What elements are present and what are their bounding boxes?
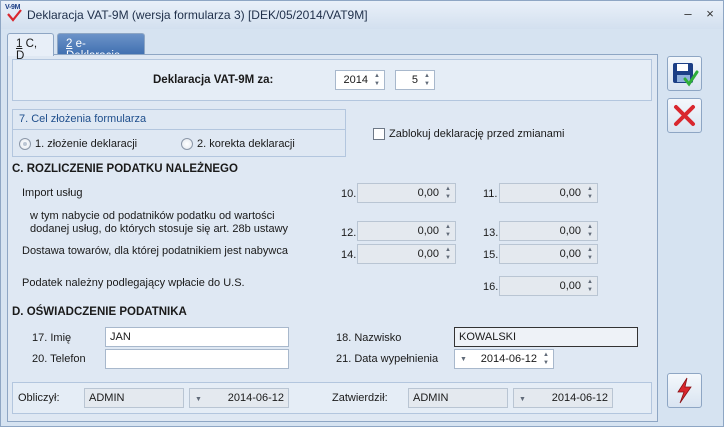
lock-checkbox[interactable] <box>373 128 385 140</box>
imie-label: 17. Imię <box>32 332 72 344</box>
data-wypelnienia-value: 2014-06-12 <box>480 353 537 365</box>
data-wypelnienia-label: 21. Data wypełnienia <box>336 353 439 365</box>
window-title: Deklaracja VAT-9M (wersja formularza 3) … <box>27 8 368 22</box>
field-15-spinner[interactable]: 0,00 ▲ ▼ <box>499 244 598 264</box>
field-11-arrows-icon[interactable]: ▲ ▼ <box>585 185 595 201</box>
field-11-number: 11. <box>483 188 498 200</box>
obliczyl-date-value: 2014-06-12 <box>227 392 284 404</box>
field-10-arrows-icon[interactable]: ▲ ▼ <box>443 185 453 201</box>
obliczyl-label: Obliczył: <box>18 392 60 404</box>
save-button[interactable] <box>667 56 702 91</box>
cancel-x-icon <box>674 105 695 126</box>
radio-korekta-label: 2. korekta deklaracji <box>197 138 295 150</box>
approval-box: Obliczył: ADMIN ▼ 2014-06-12 Zatwierdził:… <box>12 382 652 414</box>
field-14-value: 0,00 <box>417 248 439 260</box>
field-12-arrows-icon[interactable]: ▲ ▼ <box>443 223 453 239</box>
field-15-arrows-icon[interactable]: ▲ ▼ <box>585 246 595 262</box>
year-spinner-arrows-icon[interactable]: ▲ ▼ <box>372 72 382 88</box>
field-10-value: 0,00 <box>417 187 439 199</box>
period-label: Deklaracja VAT-9M za: <box>153 74 274 86</box>
cel-group-divider <box>13 129 345 130</box>
cel-group-title: 7. Cel złożenia formularza <box>19 113 147 125</box>
zatwierdzil-date-dropdown-icon[interactable]: ▼ <box>519 396 526 403</box>
nazwisko-input[interactable]: KOWALSKI <box>454 327 638 347</box>
field-11-value: 0,00 <box>559 187 581 199</box>
window: V-9M Deklaracja VAT-9M (wersja formularz… <box>0 0 724 427</box>
field-13-arrows-icon[interactable]: ▲ ▼ <box>585 223 595 239</box>
month-spinner[interactable]: 5 ▲ ▼ <box>395 70 435 90</box>
minimize-button[interactable]: – <box>679 6 697 22</box>
radio-zlozenie-label: 1. złożenie deklaracji <box>35 138 138 150</box>
field-13-value: 0,00 <box>559 225 581 237</box>
field-16-spinner[interactable]: 0,00 ▲ ▼ <box>499 276 598 296</box>
field-16-arrows-icon[interactable]: ▲ ▼ <box>585 278 595 294</box>
zatwierdzil-date-field[interactable]: ▼ 2014-06-12 <box>513 388 613 408</box>
data-dropdown-icon[interactable]: ▼ <box>460 356 467 363</box>
tab-cd[interactable]: 1 C, D <box>7 33 54 62</box>
radio-zlozenie[interactable] <box>19 138 31 150</box>
field-12-spinner[interactable]: 0,00 ▲ ▼ <box>357 221 456 241</box>
period-box: Deklaracja VAT-9M za: 2014 ▲ ▼ 5 ▲ ▼ <box>12 59 652 101</box>
field-15-number: 15. <box>483 249 499 261</box>
year-spinner[interactable]: 2014 ▲ ▼ <box>335 70 385 90</box>
radio-korekta[interactable] <box>181 138 193 150</box>
obliczyl-user-field[interactable]: ADMIN <box>84 388 184 408</box>
section-c-title: C. ROZLICZENIE PODATKU NALEŻNEGO <box>12 163 238 175</box>
obliczyl-date-dropdown-icon[interactable]: ▼ <box>195 396 202 403</box>
field-14-spinner[interactable]: 0,00 ▲ ▼ <box>357 244 456 264</box>
year-value: 2014 <box>343 74 368 86</box>
section-d-title: D. OŚWIADCZENIE PODATNIKA <box>12 306 187 318</box>
telefon-label: 20. Telefon <box>32 353 86 365</box>
send-lightning-button[interactable] <box>667 373 702 408</box>
field-14-arrows-icon[interactable]: ▲ ▼ <box>443 246 453 262</box>
cel-group: 7. Cel złożenia formularza 1. złożenie d… <box>12 109 346 157</box>
app-logo: V-9M <box>4 4 24 24</box>
zatwierdzil-label: Zatwierdził: <box>332 392 388 404</box>
logo-mark-icon <box>7 9 22 22</box>
naleznosc-label: Podatek należny podlegający wpłacie do U… <box>22 277 245 289</box>
close-button[interactable]: × <box>701 6 719 22</box>
imie-input[interactable]: JAN <box>105 327 289 347</box>
nazwisko-label: 18. Nazwisko <box>336 332 402 344</box>
dostawa-label: Dostawa towarów, dla której podatnikiem … <box>22 245 288 257</box>
form-panel: Deklaracja VAT-9M za: 2014 ▲ ▼ 5 ▲ ▼ 7. Ce… <box>7 54 658 422</box>
field-10-number: 10. <box>341 188 357 200</box>
floppy-save-icon <box>673 63 699 87</box>
field-14-number: 14. <box>341 249 357 261</box>
telefon-input[interactable] <box>105 349 289 369</box>
field-12-number: 12. <box>341 227 357 239</box>
field-16-number: 16. <box>483 281 499 293</box>
field-11-spinner[interactable]: 0,00 ▲ ▼ <box>499 183 598 203</box>
nabycie-label-line2: dodanej usług, do których stosuje się ar… <box>30 223 289 235</box>
month-spinner-arrows-icon[interactable]: ▲ ▼ <box>422 72 432 88</box>
cancel-button[interactable] <box>667 98 702 133</box>
obliczyl-date-field[interactable]: ▼ 2014-06-12 <box>189 388 289 408</box>
field-13-spinner[interactable]: 0,00 ▲ ▼ <box>499 221 598 241</box>
zatwierdzil-date-value: 2014-06-12 <box>551 392 608 404</box>
zatwierdzil-user-field[interactable]: ADMIN <box>408 388 508 408</box>
field-10-spinner[interactable]: 0,00 ▲ ▼ <box>357 183 456 203</box>
nabycie-label-line1: w tym nabycie od podatników podatku od w… <box>30 210 275 222</box>
field-12-value: 0,00 <box>417 225 439 237</box>
field-16-value: 0,00 <box>559 280 581 292</box>
tab-e-deklaracje[interactable]: 2 e-Deklaracje <box>57 33 145 62</box>
title-bar: V-9M Deklaracja VAT-9M (wersja formularz… <box>1 1 723 29</box>
import-uslug-label: Import usług <box>22 187 83 199</box>
field-15-value: 0,00 <box>559 248 581 260</box>
lightning-icon <box>677 377 692 404</box>
data-spinner-arrows-icon[interactable]: ▲ ▼ <box>541 351 551 367</box>
lock-checkbox-label: Zablokuj deklarację przed zmianami <box>389 128 565 140</box>
month-value: 5 <box>411 74 418 86</box>
field-13-number: 13. <box>483 227 499 239</box>
data-wypelnienia-picker[interactable]: ▼ 2014-06-12 ▲ ▼ <box>454 349 554 369</box>
